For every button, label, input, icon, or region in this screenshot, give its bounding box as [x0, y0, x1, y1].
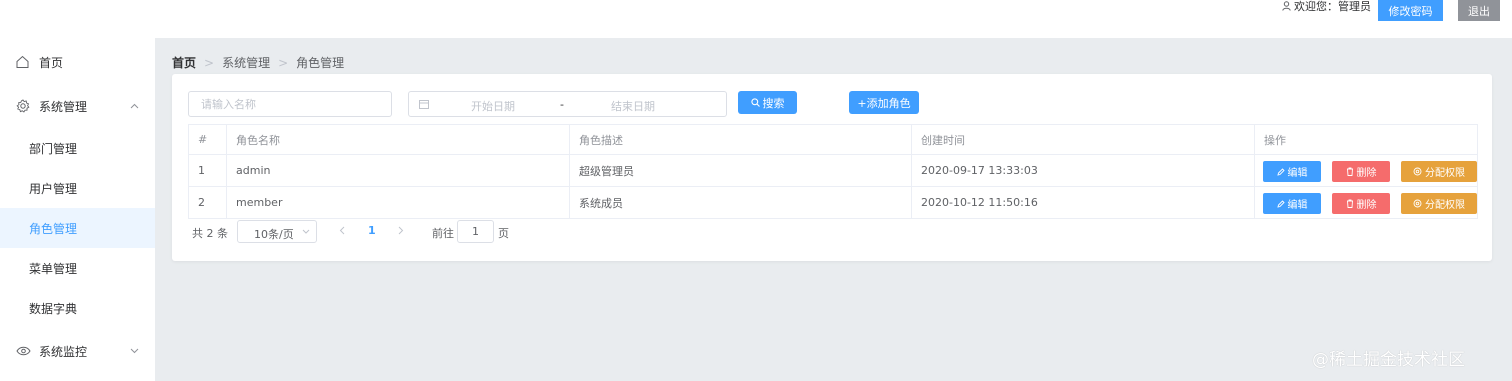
sidebar: 首页 系统管理 部门管理 用户管理 角色管理 菜单管理 数据字典 系统监控 — [0, 38, 155, 381]
sidebar-item-label: 部门管理 — [29, 141, 78, 156]
content-card: 请输入名称 开始日期 - 结束日期 搜索 +添加角色 # 角色名称 角色描述 创… — [172, 74, 1492, 261]
breadcrumb-system: 系统管理 — [222, 56, 271, 70]
sidebar-item-dictionary[interactable]: 数据字典 — [0, 288, 155, 328]
add-role-button[interactable]: +添加角色 — [849, 91, 919, 114]
start-date-input[interactable]: 开始日期 — [471, 98, 515, 114]
welcome-text: 欢迎您：管理员 — [1282, 0, 1371, 13]
calendar-icon — [419, 100, 429, 109]
chevron-down-icon — [130, 348, 139, 354]
table-row: 1 admin 超级管理员 2020-09-17 13:33:03 编辑 删除 — [188, 154, 1478, 187]
range-separator: - — [560, 98, 564, 111]
sidebar-item-roles[interactable]: 角色管理 — [0, 208, 155, 248]
welcome-label: 欢迎您：管理员 — [1294, 0, 1371, 13]
edit-label: 编辑 — [1287, 168, 1308, 179]
sidebar-item-label: 菜单管理 — [29, 261, 78, 276]
cell-created: 2020-09-17 13:33:03 — [911, 154, 1255, 187]
assign-permission-button[interactable]: 分配权限 — [1401, 161, 1477, 182]
cell-actions: 编辑 删除 分配权限 — [1254, 186, 1478, 219]
home-icon — [16, 55, 29, 68]
assign-permission-button[interactable]: 分配权限 — [1401, 193, 1477, 214]
sidebar-item-system[interactable]: 系统管理 — [0, 86, 155, 126]
watermark: @稀土掘金技术社区 — [1312, 350, 1465, 370]
search-button[interactable]: 搜索 — [738, 91, 797, 114]
breadcrumb-home[interactable]: 首页 — [172, 54, 196, 71]
permission-label: 分配权限 — [1425, 168, 1465, 179]
cell-actions: 编辑 删除 分配权限 — [1254, 154, 1478, 187]
column-header-name: 角色名称 — [226, 124, 570, 155]
current-page-number[interactable]: 1 — [368, 224, 376, 237]
sidebar-item-menus[interactable]: 菜单管理 — [0, 248, 155, 288]
edit-label: 编辑 — [1287, 200, 1308, 211]
name-search-input[interactable]: 请输入名称 — [188, 91, 392, 117]
top-header: 欢迎您：管理员 修改密码 退出 — [0, 0, 1512, 38]
edit-icon — [1276, 167, 1285, 176]
chevron-down-icon — [302, 229, 310, 234]
main-area: 首页 > 系统管理 > 角色管理 请输入名称 开始日期 - 结束日期 搜索 +添… — [155, 38, 1512, 381]
settings-icon — [1413, 167, 1422, 176]
column-header-created: 创建时间 — [911, 124, 1255, 155]
sidebar-item-label: 数据字典 — [29, 301, 78, 316]
sidebar-item-monitor[interactable]: 系统监控 — [0, 331, 155, 371]
sidebar-item-label: 首页 — [39, 55, 64, 70]
breadcrumb-separator: > — [204, 55, 215, 70]
breadcrumb: 首页 > 系统管理 > 角色管理 — [172, 54, 344, 71]
chevron-up-icon — [130, 103, 139, 109]
gear-icon — [16, 99, 30, 113]
breadcrumb-current: 角色管理 — [296, 56, 345, 70]
role-table: # 角色名称 角色描述 创建时间 操作 1 admin 超级管理员 2020-0… — [188, 124, 1478, 219]
sidebar-item-home[interactable]: 首页 — [0, 42, 155, 82]
cell-name: member — [226, 186, 570, 219]
logout-button[interactable]: 退出 — [1458, 0, 1500, 21]
edit-icon — [1276, 199, 1285, 208]
column-header-desc: 角色描述 — [569, 124, 912, 155]
column-header-index: # — [188, 124, 227, 155]
permission-label: 分配权限 — [1425, 200, 1465, 211]
cell-name: admin — [226, 154, 570, 187]
goto-page-input[interactable]: 1 — [457, 220, 494, 243]
column-header-actions: 操作 — [1254, 124, 1478, 155]
sidebar-item-label: 系统管理 — [39, 99, 88, 114]
sidebar-item-department[interactable]: 部门管理 — [0, 128, 155, 168]
cell-desc: 超级管理员 — [569, 154, 912, 187]
settings-icon — [1413, 199, 1422, 208]
page-suffix: 页 — [498, 227, 509, 240]
cell-desc: 系统成员 — [569, 186, 912, 219]
trash-icon — [1346, 167, 1353, 176]
cell-index: 1 — [188, 154, 227, 187]
edit-button[interactable]: 编辑 — [1263, 161, 1321, 182]
delete-button[interactable]: 删除 — [1332, 161, 1390, 182]
user-icon — [1282, 1, 1291, 11]
table-header-row: # 角色名称 角色描述 创建时间 操作 — [188, 124, 1478, 155]
cell-created: 2020-10-12 11:50:16 — [911, 186, 1255, 219]
edit-button[interactable]: 编辑 — [1263, 193, 1321, 214]
goto-label: 前往 — [432, 227, 454, 240]
sidebar-item-label: 系统监控 — [39, 344, 88, 359]
page-size-select[interactable]: 10条/页 — [237, 220, 317, 243]
search-button-label: 搜索 — [762, 96, 785, 110]
breadcrumb-separator: > — [278, 55, 289, 70]
next-page-icon[interactable] — [398, 226, 404, 235]
eye-icon — [16, 346, 31, 356]
delete-label: 删除 — [1356, 200, 1377, 211]
delete-button[interactable]: 删除 — [1332, 193, 1390, 214]
change-password-button[interactable]: 修改密码 — [1378, 0, 1443, 21]
date-range-picker[interactable]: 开始日期 - 结束日期 — [408, 91, 727, 117]
trash-icon — [1346, 199, 1353, 208]
delete-label: 删除 — [1356, 168, 1377, 179]
pagination-total: 共 2 条 — [192, 227, 228, 240]
search-icon — [750, 98, 760, 107]
prev-page-icon[interactable] — [339, 226, 345, 235]
cell-index: 2 — [188, 186, 227, 219]
sidebar-item-label: 用户管理 — [29, 181, 78, 196]
table-row: 2 member 系统成员 2020-10-12 11:50:16 编辑 删除 — [188, 186, 1478, 219]
end-date-input[interactable]: 结束日期 — [611, 98, 655, 114]
page-size-value: 10条/页 — [254, 228, 294, 241]
sidebar-item-users[interactable]: 用户管理 — [0, 168, 155, 208]
sidebar-item-label: 角色管理 — [29, 221, 78, 236]
